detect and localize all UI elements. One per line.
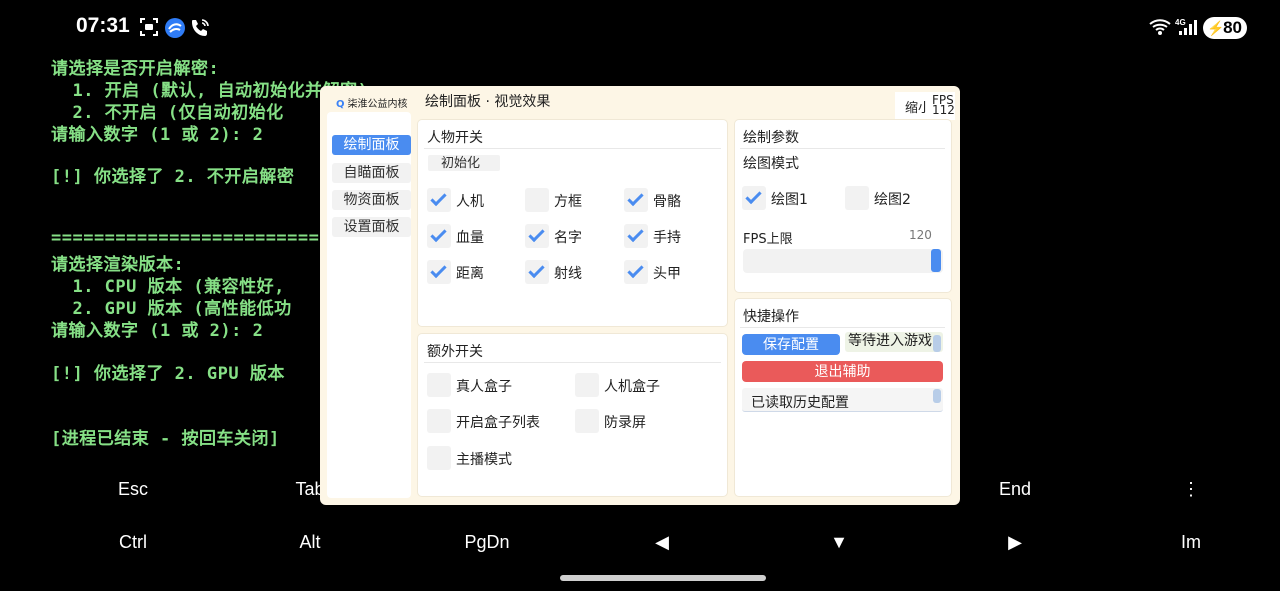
fps-value: 112 bbox=[932, 103, 955, 117]
terminal-line: [!] 你选择了 2. GPU 版本 bbox=[51, 364, 285, 384]
checkbox-box bbox=[575, 409, 599, 433]
checkmark-icon bbox=[430, 189, 447, 207]
terminal-line: [!] 你选择了 2. 不开启解密 bbox=[51, 167, 295, 187]
shrink-button[interactable]: 缩小 bbox=[905, 97, 927, 116]
brand-label: Q 柒淮公益内核 bbox=[336, 99, 408, 110]
screenshot-icon bbox=[139, 17, 159, 42]
checkmark-icon bbox=[528, 225, 545, 243]
gesture-handle[interactable] bbox=[560, 575, 766, 581]
checkbox-box bbox=[624, 260, 648, 284]
battery-indicator: ⚡ 80 bbox=[1203, 17, 1247, 39]
divider bbox=[424, 362, 721, 363]
exit-button[interactable]: 退出辅助 bbox=[742, 361, 943, 382]
key-pgdn[interactable]: PgDn bbox=[427, 532, 547, 553]
checkmark-icon bbox=[627, 189, 644, 207]
key-alt[interactable]: Alt bbox=[250, 532, 370, 553]
battery-level: 80 bbox=[1223, 18, 1242, 37]
checkbox-box bbox=[525, 188, 549, 212]
quick-actions-title: 快捷操作 bbox=[743, 309, 799, 325]
status-bar: 07:31 4G ⚡ 80 bbox=[0, 0, 1280, 56]
terminal-line: [进程已结束 - 按回车关闭] bbox=[51, 429, 280, 449]
nav-items-panel[interactable]: 物资面板 bbox=[332, 190, 411, 210]
checkmark-icon bbox=[627, 261, 644, 279]
divider bbox=[740, 148, 945, 149]
checkmark-icon bbox=[528, 261, 545, 279]
scrollbar[interactable] bbox=[933, 389, 941, 403]
slider-handle[interactable] bbox=[931, 249, 941, 272]
checkbox-box bbox=[845, 186, 869, 210]
checkbox-box bbox=[427, 446, 451, 470]
draw-mode-label: 绘图模式 bbox=[743, 156, 799, 172]
checkbox-box bbox=[624, 188, 648, 212]
arrow-right-icon[interactable]: ▶ bbox=[955, 532, 1075, 553]
panel-title: 绘制面板 · 视觉效果 bbox=[425, 94, 551, 110]
signal-4g-icon: 4G bbox=[1175, 17, 1197, 42]
charging-icon: ⚡ bbox=[1207, 20, 1225, 36]
checkbox-box bbox=[427, 224, 451, 248]
key-end[interactable]: End bbox=[955, 479, 1075, 500]
nav-draw-panel[interactable]: 绘制面板 bbox=[332, 135, 411, 155]
search-icon: Q bbox=[336, 99, 345, 110]
log-output: 已读取历史配置 bbox=[742, 388, 943, 412]
key-im[interactable]: Im bbox=[1131, 532, 1251, 553]
app-icon bbox=[164, 17, 186, 44]
checkbox-box bbox=[742, 186, 766, 210]
scrollbar[interactable] bbox=[933, 335, 941, 352]
checkmark-icon bbox=[430, 261, 447, 279]
svg-text:4G: 4G bbox=[1175, 18, 1186, 27]
key-esc[interactable]: Esc bbox=[73, 479, 193, 500]
nav-aim-panel[interactable]: 自瞄面板 bbox=[332, 163, 411, 183]
draw-params-title: 绘制参数 bbox=[743, 130, 799, 146]
extra-switches-title: 额外开关 bbox=[427, 344, 483, 360]
fps-limit-value: 120 bbox=[909, 228, 932, 242]
checkmark-icon bbox=[627, 225, 644, 243]
divider bbox=[424, 148, 721, 149]
nav-settings-panel[interactable]: 设置面板 bbox=[332, 217, 411, 237]
checkmark-icon bbox=[745, 187, 762, 205]
checkbox-box bbox=[575, 373, 599, 397]
fps-limit-slider[interactable] bbox=[743, 249, 943, 273]
status-time: 07:31 bbox=[76, 14, 130, 37]
game-status-field: 等待进入游戏 bbox=[845, 332, 943, 352]
divider bbox=[740, 327, 945, 328]
terminal-line: 请输入数字 (1 或 2): 2 bbox=[51, 125, 264, 145]
terminal-line: 请输入数字 (1 或 2): 2 bbox=[51, 321, 264, 341]
wifi-icon bbox=[1148, 17, 1172, 42]
checkbox-box bbox=[624, 224, 648, 248]
checkbox-box bbox=[427, 409, 451, 433]
wifi-call-icon bbox=[189, 17, 211, 44]
more-menu-icon[interactable]: ⋮ bbox=[1131, 479, 1251, 500]
character-switches-card bbox=[418, 120, 727, 326]
save-config-button[interactable]: 保存配置 bbox=[742, 334, 840, 355]
fps-limit-label: FPS上限 bbox=[743, 232, 793, 247]
init-button[interactable]: 初始化 bbox=[428, 155, 500, 171]
key-ctrl[interactable]: Ctrl bbox=[73, 532, 193, 553]
arrow-left-icon[interactable]: ◀ bbox=[602, 532, 722, 553]
checkbox-box bbox=[427, 188, 451, 212]
checkbox-box bbox=[427, 373, 451, 397]
checkbox-box bbox=[427, 260, 451, 284]
checkmark-icon bbox=[430, 225, 447, 243]
character-switches-title: 人物开关 bbox=[427, 130, 483, 146]
arrow-down-icon[interactable]: ▼ bbox=[779, 532, 899, 553]
checkbox-box bbox=[525, 224, 549, 248]
checkbox-box bbox=[525, 260, 549, 284]
